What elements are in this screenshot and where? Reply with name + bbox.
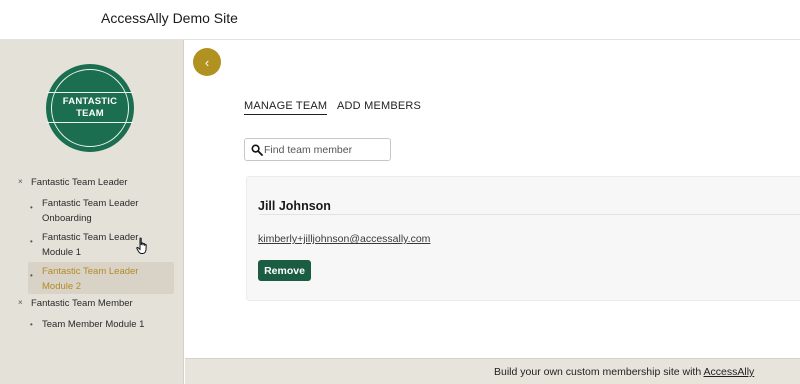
search-box	[244, 138, 391, 161]
badge-text: FANTASTIC TEAM	[63, 96, 117, 120]
hand-cursor-icon	[136, 237, 147, 254]
member-email-link[interactable]: kimberly+jilljohnson@accessally.com	[258, 233, 430, 245]
sidebar-item-label-line1: Fantastic Team Leader	[42, 266, 139, 277]
bullet-icon: •	[30, 320, 33, 329]
sidebar-item-fantastic-team-leader[interactable]: Fantastic Team Leader	[31, 175, 127, 190]
chevron-left-icon: ‹	[204, 54, 210, 70]
sidebar-item-label-line1: Fantastic Team Leader	[42, 232, 139, 243]
tab-manage-team[interactable]: MANAGE TEAM	[244, 100, 328, 115]
badge-line-2: TEAM	[76, 108, 104, 119]
search-input[interactable]	[264, 141, 388, 159]
collapse-x-icon[interactable]: ×	[18, 298, 23, 307]
sidebar-item-leader-onboarding[interactable]: Fantastic Team Leader Onboarding	[42, 196, 138, 226]
team-badge-logo: FANTASTIC TEAM	[46, 64, 134, 152]
bullet-icon: •	[30, 203, 33, 212]
badge-line-1: FANTASTIC	[62, 96, 118, 107]
collapse-x-icon[interactable]: ×	[18, 177, 23, 186]
sidebar-item-label-line2: Module 2	[42, 281, 82, 292]
footer-accessally-link[interactable]: AccessAlly	[704, 366, 755, 378]
sidebar-item-fantastic-team-member[interactable]: Fantastic Team Member	[31, 296, 133, 311]
sidebar-item-label-line1: Fantastic Team Leader	[42, 198, 139, 209]
tab-add-members[interactable]: ADD MEMBERS	[337, 100, 421, 112]
remove-button[interactable]: Remove	[258, 260, 311, 281]
sidebar-item-label: Fantastic Team Leader	[31, 177, 128, 188]
footer-label: Build your own custom membership site wi…	[494, 366, 704, 378]
sidebar: FANTASTIC TEAM × Fantastic Team Leader •…	[0, 40, 184, 384]
top-bar: AccessAlly Demo Site	[0, 0, 800, 40]
member-name: Jill Johnson	[258, 199, 331, 213]
site-title[interactable]: AccessAlly Demo Site	[101, 10, 238, 26]
sidebar-item-label-line2: Onboarding	[42, 213, 92, 224]
sidebar-item-label-line2: Module 1	[42, 247, 82, 258]
footer-text: Build your own custom membership site wi…	[494, 366, 754, 378]
bullet-icon: •	[30, 237, 33, 246]
search-icon	[251, 144, 263, 156]
back-button[interactable]: ‹	[193, 48, 221, 76]
card-divider	[259, 214, 800, 215]
sidebar-item-label: Fantastic Team Member	[31, 298, 133, 309]
bullet-icon: •	[30, 271, 33, 280]
sidebar-item-leader-module-2[interactable]: Fantastic Team Leader Module 2	[42, 264, 138, 294]
sidebar-item-label: Team Member Module 1	[42, 319, 145, 330]
sidebar-item-team-member-module-1[interactable]: Team Member Module 1	[42, 317, 144, 332]
sidebar-item-leader-module-1[interactable]: Fantastic Team Leader Module 1	[42, 230, 138, 260]
